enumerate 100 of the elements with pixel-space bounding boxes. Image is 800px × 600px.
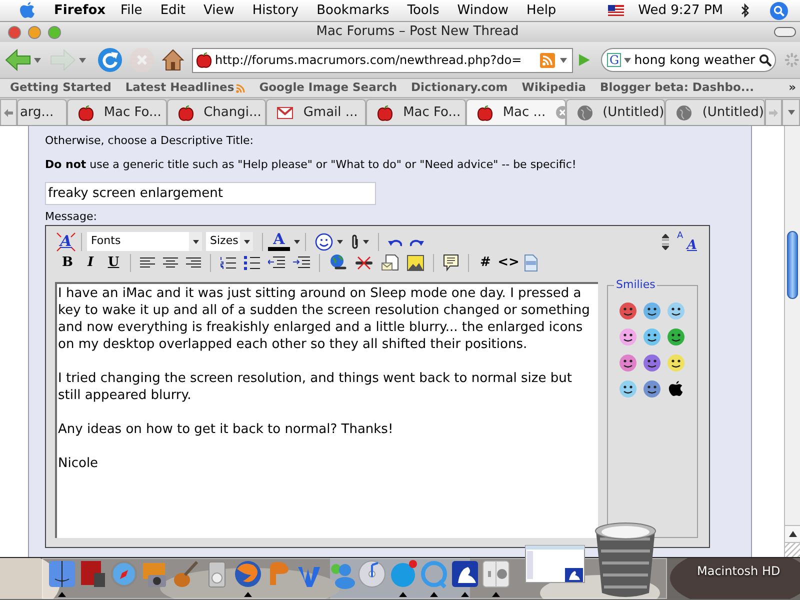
caret-icon[interactable] (363, 240, 369, 244)
align-right-icon[interactable] (186, 256, 201, 268)
search-field[interactable]: G hong kong weather (601, 48, 776, 72)
code-button[interactable]: # (474, 252, 497, 272)
menu-item[interactable]: View (194, 0, 244, 20)
bookmark-link[interactable]: Wikipedia (522, 79, 586, 97)
close-button[interactable] (8, 26, 21, 38)
bookmark-link[interactable]: Google Image Search (259, 79, 398, 97)
flag-icon[interactable] (608, 5, 624, 16)
broken-link-icon[interactable] (355, 256, 373, 270)
smiley-icon[interactable] (619, 380, 637, 398)
app-menu[interactable]: Firefox (54, 0, 106, 20)
window-thumbnail-icon[interactable] (525, 545, 585, 583)
smiley-icon[interactable] (643, 328, 661, 346)
font-select[interactable]: Fonts (87, 232, 202, 251)
image-icon[interactable] (407, 254, 424, 270)
indent-icon[interactable] (293, 256, 310, 270)
browser-tab[interactable]: Mac ... (466, 99, 566, 125)
apple-menu-icon[interactable] (19, 1, 36, 20)
menu-item[interactable]: Window (448, 0, 518, 20)
smiley-icon[interactable] (315, 232, 333, 250)
bullet-list-icon[interactable] (244, 256, 260, 270)
text-color-button[interactable]: A (268, 232, 290, 251)
zoom-button[interactable] (48, 26, 61, 38)
document-icon[interactable] (524, 254, 538, 272)
html-button[interactable]: <> (497, 252, 520, 272)
menu-item[interactable]: History (243, 0, 308, 20)
align-left-icon[interactable] (140, 256, 155, 268)
globe-icon[interactable] (233, 559, 263, 589)
bookmark-link[interactable]: Blogger beta: Dashbo... (600, 79, 754, 97)
numbered-list-icon[interactable] (220, 256, 236, 270)
globe-link-icon[interactable] (329, 254, 347, 272)
smiley-icon[interactable] (667, 302, 685, 320)
scroll-up-button[interactable] (785, 525, 800, 542)
paperclip-icon[interactable] (351, 234, 359, 250)
switch-mode-button[interactable]: A A (677, 232, 697, 252)
guitar-icon[interactable] (171, 559, 201, 589)
message-field[interactable] (55, 282, 598, 538)
caret-icon[interactable] (294, 240, 300, 244)
size-select[interactable]: Sizes (206, 232, 253, 251)
menu-clock[interactable]: Wed 9:27 PM (638, 0, 723, 20)
toolbar-toggle-button[interactable] (774, 27, 796, 37)
smiley-icon[interactable] (619, 302, 637, 320)
browser-tab[interactable]: (Untitled) (566, 99, 666, 125)
caret-icon[interactable] (192, 240, 198, 244)
apple-icon[interactable] (667, 380, 685, 398)
address-field[interactable]: http://forums.macrumors.com/newthread.php?do= (192, 48, 574, 72)
smiley-icon[interactable] (667, 354, 685, 372)
tab-scroll-left-button[interactable] (0, 99, 17, 125)
face-icon[interactable] (47, 559, 77, 589)
arrow-icon[interactable] (788, 531, 796, 537)
bookmark-link[interactable]: Getting Started (10, 79, 112, 97)
bluetooth-icon[interactable] (741, 3, 750, 18)
music-disc-icon[interactable] (357, 559, 387, 589)
browser-tab[interactable]: Mac Fo... (66, 99, 167, 125)
browser-tab[interactable]: (Untitled) (665, 99, 766, 125)
scrollbar-thumb[interactable] (787, 231, 798, 299)
title-field[interactable]: freaky screen enlargement (45, 182, 376, 204)
smiley-icon[interactable] (643, 302, 661, 320)
caret-icon[interactable] (337, 240, 343, 244)
italic-button[interactable]: I (79, 252, 102, 272)
smiley-icon[interactable] (667, 328, 685, 346)
smiley-icon[interactable] (619, 354, 637, 372)
menu-item[interactable]: Bookmarks (308, 0, 398, 20)
tab-list-button[interactable] (782, 99, 800, 125)
resize-grip[interactable] (785, 542, 800, 557)
trash-icon[interactable] (594, 521, 657, 598)
menu-item[interactable]: Help (518, 0, 566, 20)
dropdown-caret-icon[interactable] (624, 58, 632, 62)
home-button[interactable] (161, 48, 185, 72)
smiley-icon[interactable] (643, 380, 661, 398)
minimize-button[interactable] (28, 26, 41, 38)
back-button[interactable] (4, 48, 32, 72)
document-envelope-icon[interactable] (381, 254, 399, 272)
reload-button[interactable] (97, 47, 123, 73)
search-engine-icon[interactable]: G (607, 53, 622, 67)
browser-tab[interactable]: Changi... (166, 99, 266, 125)
align-center-icon[interactable] (163, 256, 178, 268)
browser-tab[interactable]: Gmail ... (266, 99, 366, 125)
dropdown-caret-icon[interactable] (560, 58, 568, 62)
dropdown-caret-icon[interactable] (34, 58, 41, 62)
quote-icon[interactable] (443, 254, 459, 272)
bookmarks-more-button[interactable]: » (788, 79, 796, 97)
remove-format-button[interactable]: A (56, 232, 76, 252)
scrollbar[interactable] (784, 126, 800, 557)
bookmark-link[interactable]: Dictionary.com (411, 79, 508, 97)
smiley-icon[interactable] (619, 328, 637, 346)
switch-icon[interactable] (481, 559, 511, 589)
search-icon[interactable] (759, 54, 772, 66)
underline-button[interactable]: U (102, 252, 125, 272)
bold-button[interactable]: B (56, 252, 79, 272)
frog-icon[interactable] (450, 559, 480, 589)
resize-icon[interactable] (662, 234, 669, 250)
smiley-icon[interactable] (643, 354, 661, 372)
caret-icon[interactable] (244, 240, 250, 244)
bookmark-link[interactable]: Latest Headlines (125, 79, 246, 97)
menu-item[interactable]: Edit (151, 0, 194, 20)
menu-item[interactable]: Tools (398, 0, 448, 20)
browser-tab[interactable]: Mac Fo... (366, 99, 466, 125)
dropdown-caret-icon[interactable] (788, 110, 794, 115)
